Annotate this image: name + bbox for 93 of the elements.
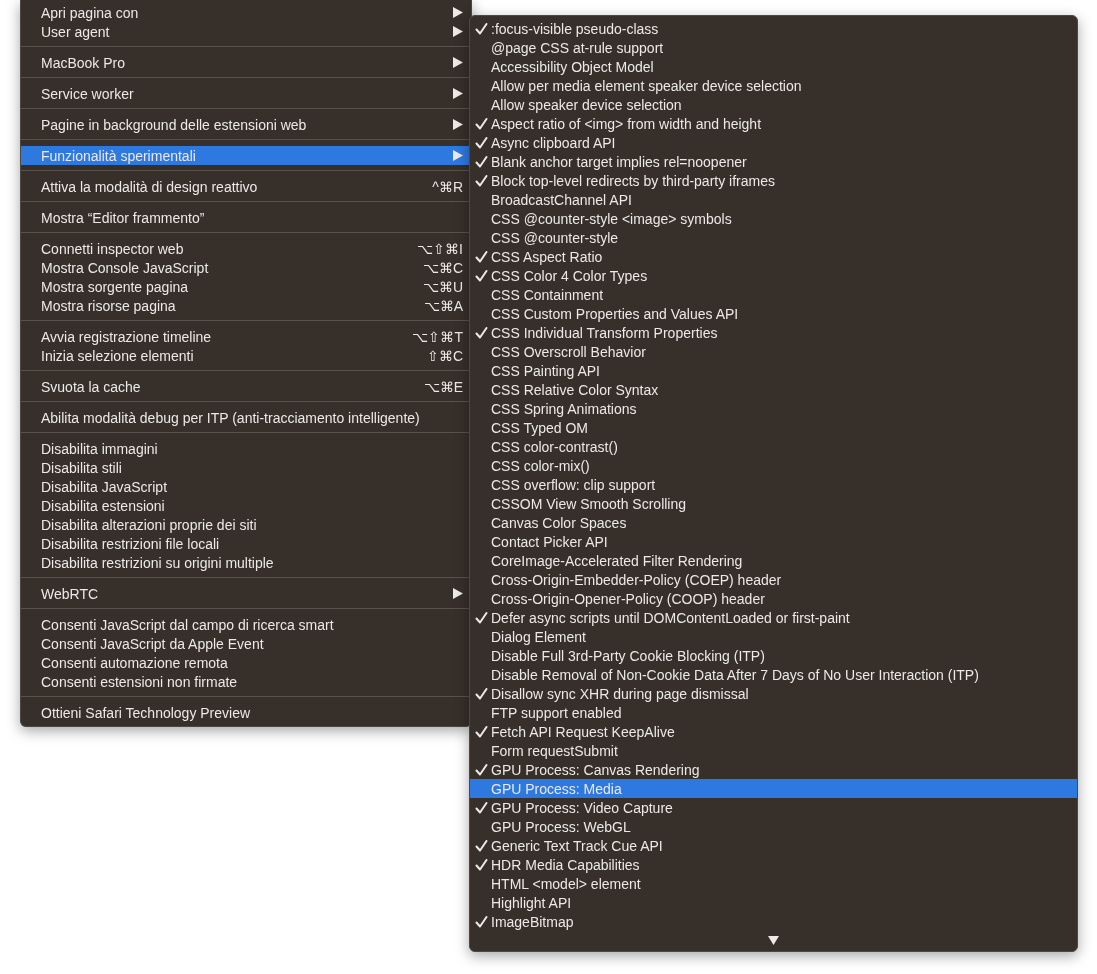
menu-item[interactable]: GPU Process: WebGL bbox=[470, 817, 1077, 836]
menu-item[interactable]: Cross-Origin-Embedder-Policy (COEP) header bbox=[470, 570, 1077, 589]
menu-item[interactable]: Disabilita restrizioni file locali bbox=[21, 534, 471, 553]
menu-item[interactable]: CSS overflow: clip support bbox=[470, 475, 1077, 494]
menu-item[interactable]: Disabilita restrizioni su origini multiple bbox=[21, 553, 471, 572]
submenu-arrow-icon bbox=[453, 7, 463, 18]
menu-item[interactable]: Allow speaker device selection bbox=[470, 95, 1077, 114]
menu-item[interactable]: CSS color-mix() bbox=[470, 456, 1077, 475]
menu-item[interactable]: Allow per media element speaker device selection bbox=[470, 76, 1077, 95]
menu-item[interactable]: CSS Color 4 Color Types bbox=[470, 266, 1077, 285]
menu-item[interactable]: GPU Process: Video Capture bbox=[470, 798, 1077, 817]
menu-item[interactable]: FTP support enabled bbox=[470, 703, 1077, 722]
menu-item[interactable]: GPU Process: Media bbox=[470, 779, 1077, 798]
shortcut-label: ^⌘R bbox=[432, 178, 463, 195]
menu-item[interactable]: Disabilita alterazioni proprie dei siti bbox=[21, 515, 471, 534]
menu-item[interactable]: Disabilita JavaScript bbox=[21, 477, 471, 496]
menu-item[interactable]: Consenti automazione remota bbox=[21, 653, 471, 672]
submenu-arrow-icon bbox=[453, 57, 463, 68]
menu-item[interactable]: MacBook Pro bbox=[21, 53, 471, 72]
menu-item[interactable]: Disable Full 3rd-Party Cookie Blocking (ITP) bbox=[470, 646, 1077, 665]
menu-item[interactable]: Aspect ratio of <img> from width and height bbox=[470, 114, 1077, 133]
menu-item[interactable]: Mostra “Editor frammento” bbox=[21, 208, 471, 227]
submenu-arrow-icon bbox=[453, 150, 463, 161]
menu-item[interactable]: Accessibility Object Model bbox=[470, 57, 1077, 76]
menu-item[interactable]: GPU Process: Canvas Rendering bbox=[470, 760, 1077, 779]
menu-item[interactable]: CSS @counter-style <image> symbols bbox=[470, 209, 1077, 228]
menu-item[interactable]: ImageBitmap bbox=[470, 912, 1077, 931]
menu-item[interactable]: WebRTC bbox=[21, 584, 471, 603]
menu-item[interactable]: Inizia selezione elementi ⇧⌘C bbox=[21, 346, 471, 365]
shortcut-label: ⌥⌘A bbox=[423, 297, 463, 314]
menu-item[interactable]: Consenti estensioni non firmate bbox=[21, 672, 471, 691]
menu-item[interactable]: Disallow sync XHR during page dismissal bbox=[470, 684, 1077, 703]
menu-item[interactable]: @page CSS at-rule support bbox=[470, 38, 1077, 57]
menu-item[interactable]: User agent bbox=[21, 22, 471, 41]
menu-item[interactable]: Attiva la modalità di design reattivo ^⌘R bbox=[21, 177, 471, 196]
menu-item[interactable]: CSS Containment bbox=[470, 285, 1077, 304]
menu-item[interactable]: CSS Aspect Ratio bbox=[470, 247, 1077, 266]
submenu-arrow-icon bbox=[453, 88, 463, 99]
shortcut-label: ⌥⌘C bbox=[422, 259, 463, 276]
menu-item[interactable]: Apri pagina con bbox=[21, 3, 471, 22]
menu-item[interactable]: CoreImage-Accelerated Filter Rendering bbox=[470, 551, 1077, 570]
menu-item[interactable]: CSS @counter-style bbox=[470, 228, 1077, 247]
menu-item[interactable]: Fetch API Request KeepAlive bbox=[470, 722, 1077, 741]
menu-item[interactable]: HTML <model> element bbox=[470, 874, 1077, 893]
menu-item[interactable]: Avvia registrazione timeline ⌥⇧⌘T bbox=[21, 327, 471, 346]
menu-item[interactable]: BroadcastChannel API bbox=[470, 190, 1077, 209]
menu-item[interactable]: Contact Picker API bbox=[470, 532, 1077, 551]
menu-item[interactable]: CSS Typed OM bbox=[470, 418, 1077, 437]
submenu-arrow-icon bbox=[453, 26, 463, 37]
menu-item[interactable]: Mostra sorgente pagina ⌥⌘U bbox=[21, 277, 471, 296]
menu-item[interactable]: Disabilita stili bbox=[21, 458, 471, 477]
menu-item[interactable]: Ottieni Safari Technology Preview bbox=[21, 703, 471, 722]
menu-item[interactable]: Generic Text Track Cue API bbox=[470, 836, 1077, 855]
menu-item[interactable]: Block top-level redirects by third-party iframes bbox=[470, 171, 1077, 190]
menu-item[interactable]: Highlight API bbox=[470, 893, 1077, 912]
menu-item[interactable]: Disabilita estensioni bbox=[21, 496, 471, 515]
menu-item[interactable]: Form requestSubmit bbox=[470, 741, 1077, 760]
scroll-down-arrow-icon[interactable] bbox=[768, 936, 779, 945]
menu-item[interactable]: Async clipboard API bbox=[470, 133, 1077, 152]
menu-item[interactable]: Consenti JavaScript da Apple Event bbox=[21, 634, 471, 653]
menu-item[interactable]: CSS color-contrast() bbox=[470, 437, 1077, 456]
submenu-arrow-icon bbox=[453, 119, 463, 130]
menu-item[interactable]: Service worker bbox=[21, 84, 471, 103]
menu-item[interactable]: Abilita modalità debug per ITP (anti-tracciamento intelligente) bbox=[21, 408, 471, 427]
menu-item[interactable]: Mostra risorse pagina ⌥⌘A bbox=[21, 296, 471, 315]
menu-item[interactable]: Mostra Console JavaScript ⌥⌘C bbox=[21, 258, 471, 277]
shortcut-label: ⌥⌘E bbox=[423, 378, 463, 395]
menu-item[interactable]: CSS Spring Animations bbox=[470, 399, 1077, 418]
shortcut-label: ⌥⇧⌘T bbox=[412, 328, 463, 345]
menu-item[interactable]: CSS Overscroll Behavior bbox=[470, 342, 1077, 361]
menu-item[interactable]: CSS Custom Properties and Values API bbox=[470, 304, 1077, 323]
menu-item[interactable]: CSS Painting API bbox=[470, 361, 1077, 380]
shortcut-label: ⇧⌘C bbox=[426, 347, 463, 364]
menu-item[interactable]: Connetti inspector web ⌥⇧⌘I bbox=[21, 239, 471, 258]
menu-item[interactable]: CSS Individual Transform Properties bbox=[470, 323, 1077, 342]
submenu-arrow-icon bbox=[453, 588, 463, 599]
menu-item[interactable]: Consenti JavaScript dal campo di ricerca smart bbox=[21, 615, 471, 634]
menu-item[interactable]: Funzionalità sperimentali bbox=[21, 146, 471, 165]
menu-item[interactable]: Defer async scripts until DOMContentLoaded or first-paint bbox=[470, 608, 1077, 627]
menu-item[interactable]: Dialog Element bbox=[470, 627, 1077, 646]
menu-item[interactable]: Disable Removal of Non-Cookie Data After 7 Days of No User Interaction (ITP) bbox=[470, 665, 1077, 684]
menu-item[interactable]: Blank anchor target implies rel=noopener bbox=[470, 152, 1077, 171]
menu-item[interactable]: HDR Media Capabilities bbox=[470, 855, 1077, 874]
menu-item[interactable]: CSS Relative Color Syntax bbox=[470, 380, 1077, 399]
shortcut-label: ⌥⇧⌘I bbox=[417, 240, 463, 257]
shortcut-label: ⌥⌘U bbox=[422, 278, 463, 295]
menu-item[interactable]: Svuota la cache ⌥⌘E bbox=[21, 377, 471, 396]
menu-item[interactable]: CSSOM View Smooth Scrolling bbox=[470, 494, 1077, 513]
menu-item[interactable]: :focus-visible pseudo-class bbox=[470, 19, 1077, 38]
menu-item[interactable]: Disabilita immagini bbox=[21, 439, 471, 458]
menu-item[interactable]: Cross-Origin-Opener-Policy (COOP) header bbox=[470, 589, 1077, 608]
menu-item[interactable]: Canvas Color Spaces bbox=[470, 513, 1077, 532]
menu-item[interactable]: Pagine in background delle estensioni web bbox=[21, 115, 471, 134]
